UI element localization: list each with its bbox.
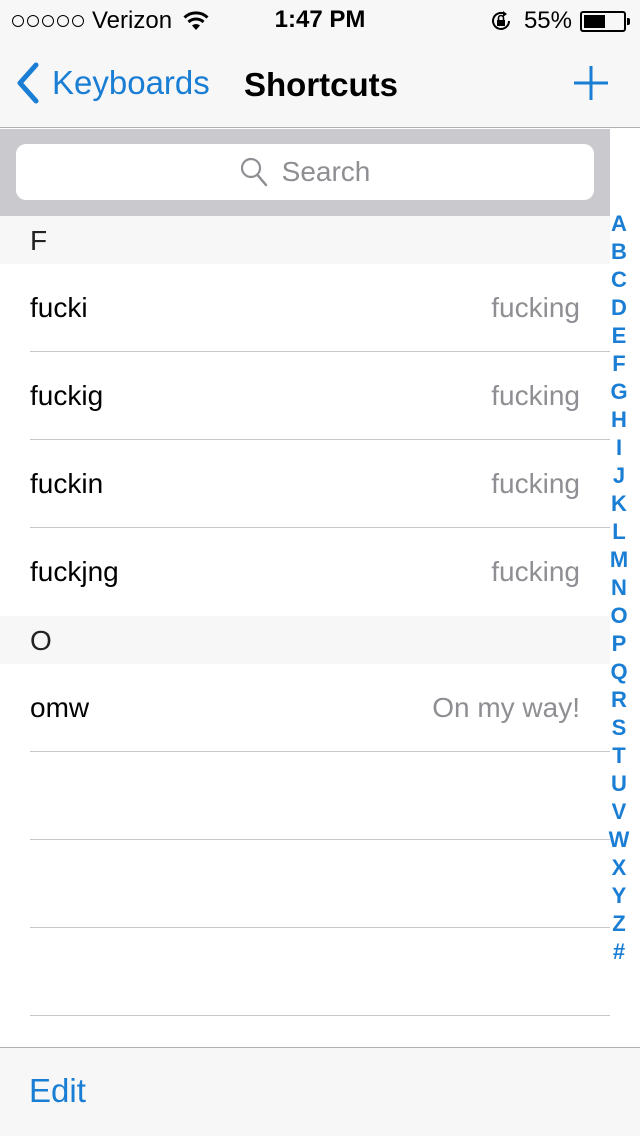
- battery-icon: [580, 10, 630, 32]
- index-letter[interactable]: R: [611, 686, 627, 714]
- index-letter[interactable]: U: [611, 770, 627, 798]
- page-title: Shortcuts: [244, 66, 399, 103]
- plus-icon[interactable]: [572, 64, 610, 102]
- index-letter[interactable]: N: [611, 574, 627, 602]
- index-letter[interactable]: L: [612, 518, 625, 546]
- rotation-lock-icon: [491, 11, 510, 30]
- empty-row: [0, 840, 610, 928]
- search-bar-container: Search: [0, 129, 610, 216]
- empty-row: [0, 928, 610, 1016]
- phrase-text: fucking: [491, 292, 580, 323]
- status-bar: Verizon 1:47 PM 55%: [0, 0, 640, 40]
- index-letter[interactable]: Q: [610, 658, 627, 686]
- shortcut-text: fuckig: [30, 380, 104, 411]
- list-item[interactable]: omw On my way!: [0, 664, 610, 752]
- index-letter[interactable]: C: [611, 266, 627, 294]
- phrase-text: fucking: [491, 468, 580, 499]
- index-letter[interactable]: H: [611, 406, 627, 434]
- index-letter[interactable]: D: [611, 294, 627, 322]
- index-letter[interactable]: G: [610, 378, 627, 406]
- list-item[interactable]: fuckjng fucking: [0, 528, 610, 616]
- index-letter[interactable]: T: [612, 742, 625, 770]
- shortcuts-list: F fucki fucking fuckig fucking fuckin fu…: [0, 216, 610, 1016]
- index-letter[interactable]: O: [610, 602, 627, 630]
- list-item[interactable]: fuckig fucking: [0, 352, 610, 440]
- phrase-text: fucking: [491, 556, 580, 587]
- index-letter[interactable]: F: [612, 350, 625, 378]
- index-letter[interactable]: X: [612, 854, 627, 882]
- index-letter[interactable]: K: [611, 490, 627, 518]
- phrase-text: On my way!: [432, 692, 580, 723]
- index-letter[interactable]: E: [612, 322, 627, 350]
- phrase-text: fucking: [491, 380, 580, 411]
- search-input[interactable]: Search: [16, 144, 594, 200]
- index-letter[interactable]: A: [611, 210, 627, 238]
- index-letter[interactable]: B: [611, 238, 627, 266]
- section-header-o: O: [0, 616, 610, 664]
- battery-level: [584, 14, 605, 28]
- shortcut-text: fucki: [30, 292, 88, 323]
- index-letter[interactable]: Y: [612, 882, 627, 910]
- bottom-toolbar: Edit: [0, 1047, 640, 1136]
- shortcut-text: fuckin: [30, 468, 104, 499]
- shortcut-text: omw: [30, 692, 90, 723]
- list-item[interactable]: fuckin fucking: [0, 440, 610, 528]
- back-button-label: Keyboards: [52, 64, 210, 101]
- index-letter[interactable]: #: [613, 938, 625, 966]
- index-letter[interactable]: Z: [612, 910, 625, 938]
- index-letter[interactable]: I: [616, 434, 622, 462]
- index-letter[interactable]: V: [612, 798, 627, 826]
- chevron-left-icon: [17, 62, 39, 104]
- navigation-bar: Keyboards Shortcuts: [0, 40, 640, 128]
- index-letter[interactable]: P: [612, 630, 627, 658]
- section-index[interactable]: A B C D E F G H I J K L M N O P Q R S T U V W X Y Z #: [602, 210, 636, 966]
- shortcut-text: fuckjng: [30, 556, 119, 587]
- index-letter[interactable]: S: [612, 714, 627, 742]
- index-letter[interactable]: M: [610, 546, 628, 574]
- search-placeholder: Search: [281, 156, 371, 187]
- battery-percent: 55%: [523, 7, 572, 34]
- index-letter[interactable]: J: [613, 462, 625, 490]
- back-button[interactable]: Keyboards: [14, 62, 210, 104]
- index-letter[interactable]: W: [609, 826, 630, 854]
- list-item[interactable]: fucki fucking: [0, 264, 610, 352]
- edit-button[interactable]: Edit: [29, 1072, 86, 1110]
- section-header-f: F: [0, 216, 610, 264]
- empty-row: [0, 752, 610, 840]
- search-icon: [240, 157, 267, 187]
